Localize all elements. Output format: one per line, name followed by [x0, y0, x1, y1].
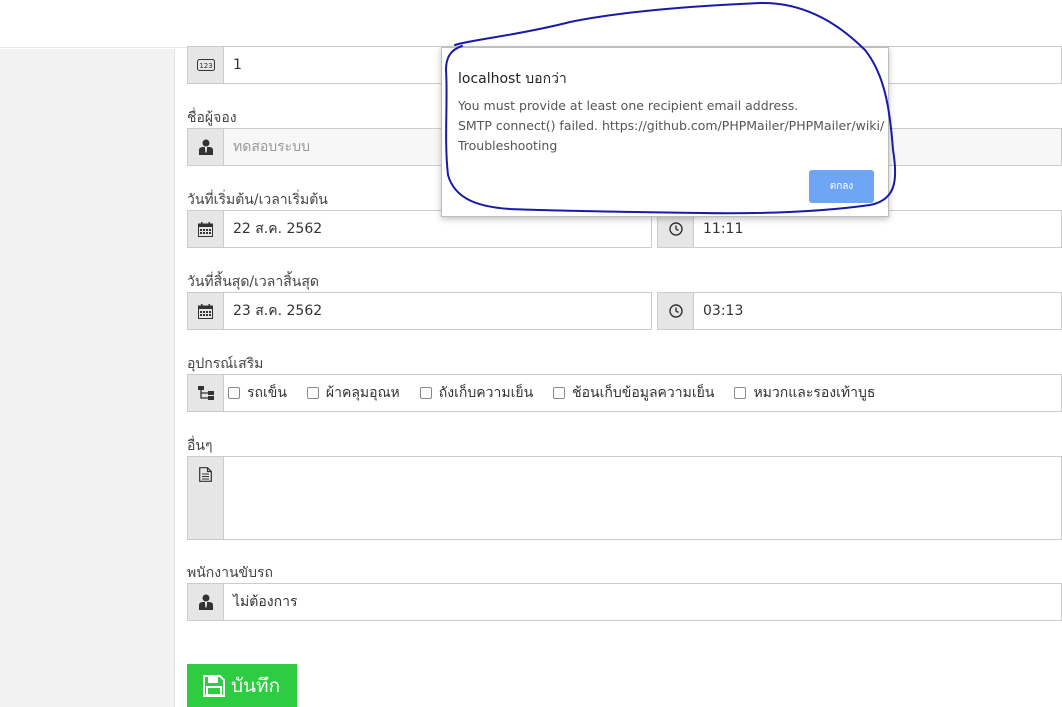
option-label: ผ้าคลุมอุณห: [325, 385, 400, 401]
driver-select[interactable]: ไม่ต้องการ: [224, 584, 1061, 620]
document-icon: [188, 457, 224, 539]
end-time-group: 03:13: [657, 292, 1062, 330]
checkbox[interactable]: [228, 387, 240, 399]
option-label: หมวกและรองเท้าบูธ: [753, 385, 876, 401]
dialog-ok-button[interactable]: ตกลง: [809, 170, 874, 203]
left-sidebar: [0, 49, 175, 707]
dialog-message-line: SMTP connect() failed. https://github.co…: [458, 118, 885, 133]
numbers-123-icon: 123: [188, 47, 224, 83]
equipment-option-cold-tank[interactable]: ถังเก็บความเย็น: [419, 382, 534, 404]
top-bar: [0, 0, 1062, 48]
end-time-input[interactable]: 03:13: [694, 293, 1061, 329]
dialog-message: You must provide at least one recipient …: [458, 96, 885, 156]
checkbox[interactable]: [553, 387, 566, 399]
other-textarea[interactable]: [224, 457, 1061, 539]
checkbox[interactable]: [734, 387, 747, 399]
equipment-option-thermal-cover[interactable]: ผ้าคลุมอุณห: [306, 382, 400, 404]
dialog-message-line: You must provide at least one recipient …: [458, 98, 799, 113]
equipment-options: รถเข็น ผ้าคลุมอุณห ถังเก็บความเย็น ช้อนเ…: [224, 375, 1061, 411]
floppy-disk-icon: [203, 674, 225, 697]
user-tie-icon: [188, 129, 224, 165]
option-label: ถังเก็บความเย็น: [438, 385, 534, 401]
option-label: รถเข็น: [247, 385, 287, 401]
equipment-option-hat-boots[interactable]: หมวกและรองเท้าบูธ: [734, 382, 875, 404]
other-label: อื่นๆ: [187, 438, 213, 454]
driver-field-group: ไม่ต้องการ: [187, 583, 1062, 621]
checkbox[interactable]: [419, 387, 432, 399]
equipment-option-cold-logger[interactable]: ช้อนเก็บข้อมูลความเย็น: [553, 382, 714, 404]
end-date-group: 23 ส.ค. 2562: [187, 292, 652, 330]
end-datetime-label: วันที่สิ้นสุด/เวลาสิ้นสุด: [187, 274, 319, 290]
equipment-group: รถเข็น ผ้าคลุมอุณห ถังเก็บความเย็น ช้อนเ…: [187, 374, 1062, 412]
dialog-title: localhost บอกว่า: [458, 71, 567, 87]
svg-text:123: 123: [199, 62, 212, 70]
booker-label: ชื่อผู้จอง: [187, 110, 237, 126]
driver-label: พนักงานขับรถ: [187, 565, 273, 581]
alert-dialog: localhost บอกว่า You must provide at lea…: [441, 47, 889, 217]
calendar-icon: [188, 211, 224, 247]
checkbox[interactable]: [306, 387, 319, 399]
save-button[interactable]: บันทึก: [187, 664, 297, 707]
user-tie-icon: [188, 584, 224, 620]
save-button-label: บันทึก: [231, 675, 281, 697]
dialog-message-line: Troubleshooting: [458, 138, 558, 153]
option-label: ช้อนเก็บข้อมูลความเย็น: [572, 385, 715, 401]
calendar-icon: [188, 293, 224, 329]
equipment-option-cart[interactable]: รถเข็น: [228, 382, 287, 404]
end-date-input[interactable]: 23 ส.ค. 2562: [224, 293, 651, 329]
equipment-label: อุปกรณ์เสริม: [187, 356, 264, 372]
other-textarea-group: [187, 456, 1062, 540]
start-datetime-label: วันที่เริ่มต้น/เวลาเริ่มต้น: [187, 192, 328, 208]
clock-icon: [658, 293, 694, 329]
sitemap-icon: [188, 375, 224, 411]
